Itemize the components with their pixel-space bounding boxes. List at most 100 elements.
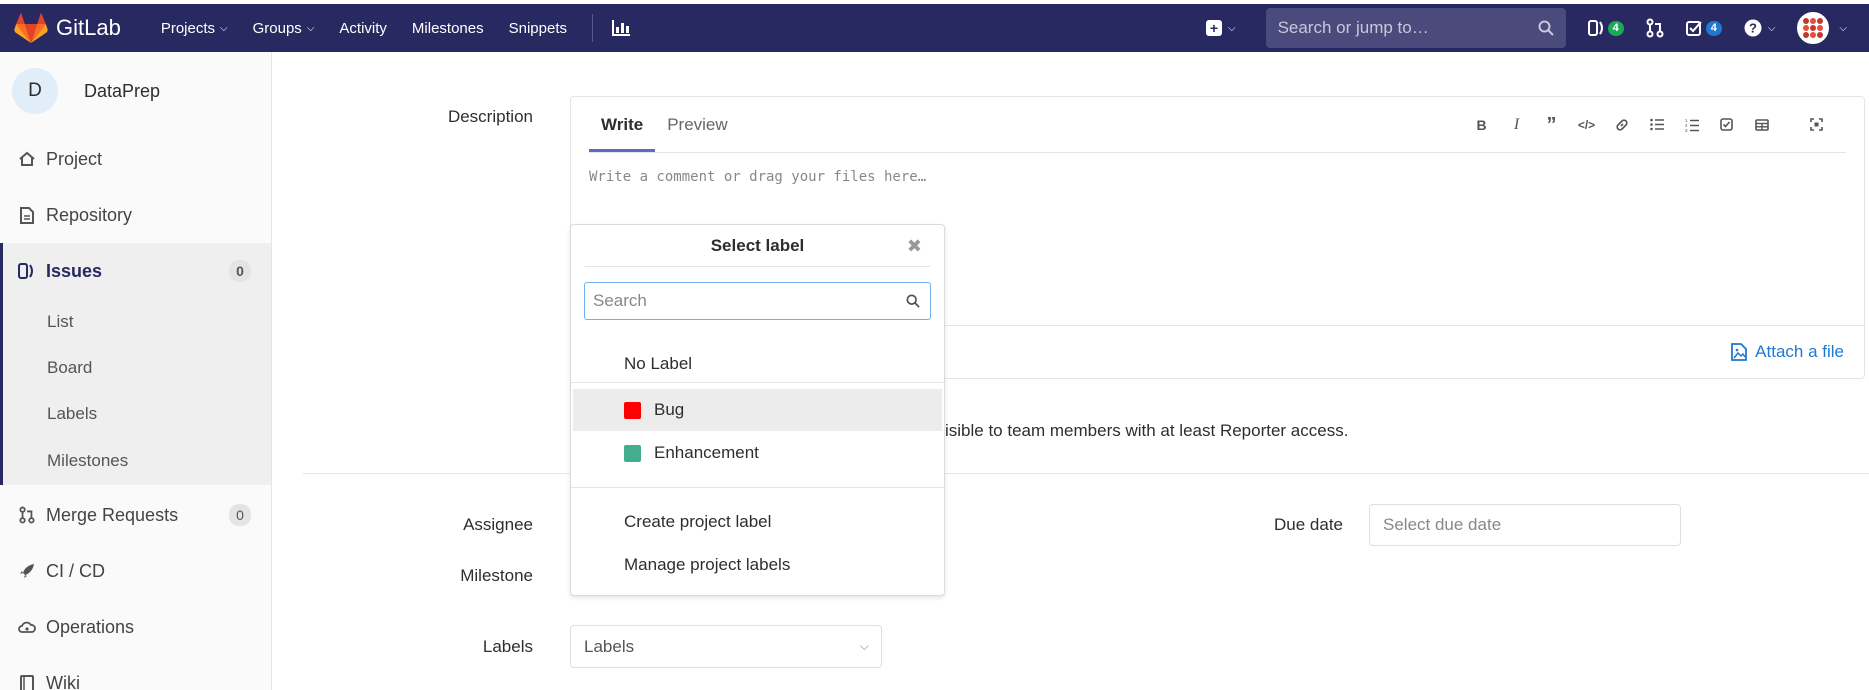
italic-icon[interactable]: I	[1499, 113, 1534, 137]
sidebar-item-label: Repository	[46, 204, 133, 225]
attach-file-button[interactable]: Attach a file	[1731, 342, 1844, 362]
nav-groups[interactable]: Groups ⌵	[253, 20, 315, 37]
due-date-label: Due date	[1274, 515, 1343, 534]
todo-icon	[1685, 21, 1702, 36]
merge-request-icon	[18, 506, 36, 524]
sidebar-item-project[interactable]: Project	[0, 131, 271, 187]
manage-project-labels-link[interactable]: Manage project labels	[573, 544, 942, 586]
close-icon[interactable]: ✖	[907, 237, 922, 255]
label-option-name: Enhancement	[654, 443, 759, 462]
sidebar-item-label: CI / CD	[46, 560, 106, 581]
sidebar-item-issues[interactable]: Issues 0	[3, 243, 271, 299]
chevron-down-icon: ⌵	[306, 22, 315, 34]
brand-name: GitLab	[56, 15, 121, 40]
label-option-bug[interactable]: Bug	[573, 389, 942, 431]
checklist-icon[interactable]	[1709, 113, 1744, 137]
attach-file-label: Attach a file	[1755, 342, 1844, 361]
sidebar-subitem-board[interactable]: Board	[3, 345, 271, 391]
sidebar-item-operations[interactable]: Operations	[0, 599, 271, 655]
search-icon	[1538, 20, 1554, 36]
nav-right: + ⌵ Search or jump to… 4 4 ? ⌵ ⌵	[1205, 4, 1869, 52]
search-icon	[906, 294, 920, 308]
nav-projects[interactable]: Projects ⌵	[161, 20, 228, 37]
issues-icon	[18, 262, 36, 280]
nav-snippets-label: Snippets	[508, 19, 567, 37]
nav-milestones-label: Milestones	[411, 19, 484, 37]
merge-request-icon	[1646, 18, 1664, 38]
svg-text:?: ?	[1749, 21, 1757, 36]
labels-select-value: Labels	[584, 637, 635, 656]
chevron-down-icon: ⌵	[1839, 22, 1847, 34]
markdown-toolbar: B I ” </> 123	[1464, 113, 1834, 137]
sidebar-item-label: Merge Requests	[46, 504, 179, 525]
search-placeholder: Search or jump to…	[1277, 18, 1429, 37]
bold-icon[interactable]: B	[1464, 113, 1499, 137]
create-project-label-link[interactable]: Create project label	[573, 501, 942, 543]
dropdown-title: Select label	[585, 225, 930, 267]
new-dropdown-button[interactable]: + ⌵	[1205, 20, 1236, 36]
nav-snippets[interactable]: Snippets	[509, 20, 567, 37]
todos-count-badge: 4	[1705, 20, 1722, 36]
dropdown-divider	[571, 487, 944, 488]
bullet-list-icon[interactable]	[1639, 113, 1674, 137]
table-icon[interactable]	[1744, 113, 1779, 137]
nav-divider	[592, 14, 593, 42]
chevron-down-icon: ⌵	[1767, 22, 1776, 34]
sidebar-issues-group: Issues 0 List Board Labels Milestones	[0, 243, 271, 485]
sidebar-item-label: Issues	[46, 260, 103, 281]
main-content: Description Write Preview B I ” </> 123	[273, 52, 1869, 690]
tab-write[interactable]: Write	[589, 97, 656, 152]
labels-select[interactable]: Labels ⌵	[570, 625, 882, 668]
nav-activity-label: Activity	[339, 19, 387, 37]
tab-preview[interactable]: Preview	[655, 97, 739, 153]
label-option-name: Bug	[654, 400, 685, 419]
sidebar-item-label: Wiki	[46, 672, 80, 690]
search-input[interactable]: Search or jump to…	[1265, 8, 1566, 48]
link-icon[interactable]	[1604, 113, 1639, 137]
chart-icon[interactable]	[611, 19, 631, 37]
sidebar-subitem-milestones[interactable]: Milestones	[3, 437, 271, 485]
label-option-enhancement[interactable]: Enhancement	[573, 432, 942, 474]
project-header[interactable]: D DataPrep	[0, 52, 271, 130]
chevron-down-icon: ⌵	[1227, 22, 1236, 34]
sidebar-item-label: Project	[46, 148, 103, 169]
top-navbar: GitLab Projects ⌵ Groups ⌵ Activity Milest…	[0, 4, 1869, 52]
gitlab-logo[interactable]: GitLab	[14, 12, 121, 44]
sidebar-item-ci-cd[interactable]: CI / CD	[0, 543, 271, 599]
svg-text:3: 3	[1685, 128, 1688, 132]
code-icon[interactable]: </>	[1569, 113, 1604, 137]
issues-nav-button[interactable]: 4	[1587, 19, 1624, 37]
quote-icon[interactable]: ”	[1534, 113, 1569, 137]
sidebar-item-wiki[interactable]: Wiki	[0, 655, 271, 690]
dropdown-divider	[571, 382, 944, 383]
description-textarea[interactable]: Write a comment or drag your files here…	[589, 169, 926, 185]
sidebar-item-label: Operations	[46, 616, 135, 637]
sidebar-subitem-list[interactable]: List	[3, 299, 271, 345]
fullscreen-icon[interactable]	[1799, 113, 1834, 137]
nav-links: Projects ⌵ Groups ⌵ Activity Milestones Sn…	[161, 20, 592, 37]
merge-requests-nav-button[interactable]	[1646, 18, 1664, 38]
editor-tabs: Write Preview	[589, 97, 740, 153]
due-date-input[interactable]: Select due date	[1369, 504, 1681, 546]
sidebar-item-repository[interactable]: Repository	[0, 187, 271, 243]
nav-milestones[interactable]: Milestones	[412, 20, 484, 37]
select-label-dropdown: Select label ✖ Search No Label Bug Enhan…	[570, 224, 945, 596]
help-dropdown-button[interactable]: ? ⌵	[1744, 19, 1776, 37]
user-menu-button[interactable]: ⌵	[1797, 12, 1847, 44]
nav-activity[interactable]: Activity	[339, 20, 387, 37]
numbered-list-icon[interactable]: 123	[1674, 113, 1709, 137]
project-sidebar: D DataPrep Project Repository Issues 0 L…	[0, 52, 272, 690]
project-avatar: D	[12, 68, 58, 114]
label-color-swatch	[624, 444, 641, 462]
label-search-input[interactable]: Search	[584, 282, 931, 320]
milestone-label: Milestone	[460, 566, 533, 585]
issues-icon	[1587, 20, 1603, 36]
todos-nav-button[interactable]: 4	[1685, 19, 1722, 37]
home-icon	[18, 150, 36, 168]
chevron-down-icon: ⌵	[859, 639, 869, 653]
no-label-option[interactable]: No Label	[573, 343, 942, 385]
sidebar-subitem-labels[interactable]: Labels	[3, 391, 271, 437]
merge-requests-count-badge: 0	[229, 504, 251, 526]
plus-icon: +	[1205, 20, 1222, 36]
sidebar-item-merge-requests[interactable]: Merge Requests 0	[0, 487, 271, 543]
